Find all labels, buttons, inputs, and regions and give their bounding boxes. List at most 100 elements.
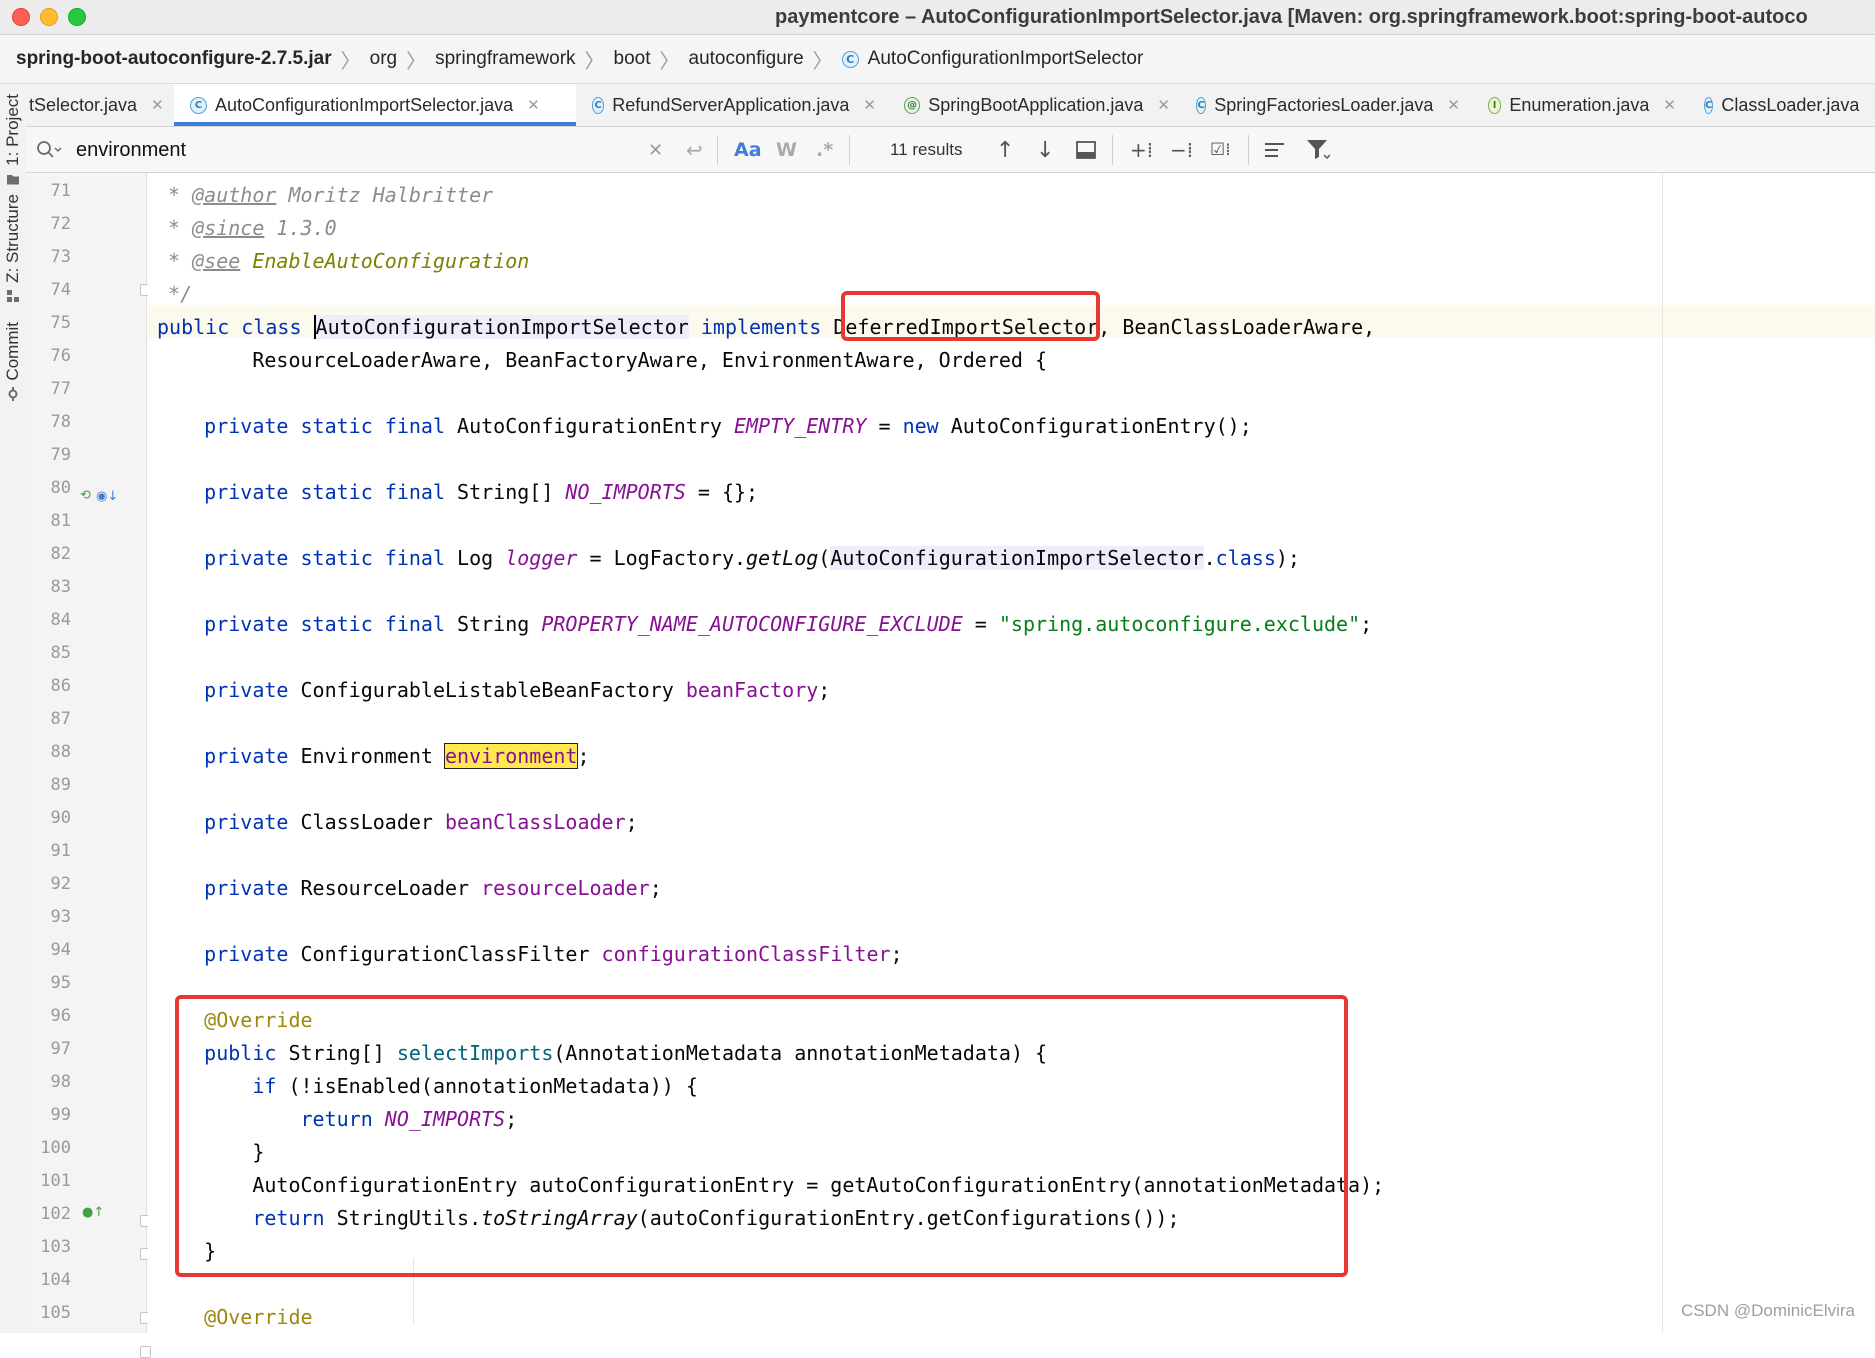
match-case-toggle[interactable]: Aa [734,127,762,173]
toolbar-divider [1248,135,1249,165]
window-title: paymentcore – AutoConfigurationImportSel… [775,6,1808,28]
line-number: 82 [50,544,71,564]
code-line-90: private ClassLoader beanClassLoader; [204,810,638,834]
tab-label: SpringFactoriesLoader.java [1214,94,1434,115]
find-bar: environment ✕ ↩ Aa W .* 11 results ↑ ↓ +… [26,127,1875,173]
close-tab-icon[interactable]: ✕ [863,96,876,114]
line-number: 104 [40,1270,71,1290]
whole-words-toggle[interactable]: W [776,127,797,173]
right-margin-guide [1662,173,1663,1333]
code-line-84: private static final String PROPERTY_NAM… [204,612,1373,636]
tab-autoconfigurationimportselector[interactable]: C AutoConfigurationImportSelector.java ✕ [174,84,576,126]
close-tab-icon[interactable]: ✕ [1447,96,1460,114]
next-occurrence-icon[interactable]: ↓ [1036,127,1054,173]
tab-enumeration[interactable]: I Enumeration.java ✕ [1460,84,1676,126]
breadcrumb-item-class[interactable]: AutoConfigurationImportSelector [868,48,1144,70]
tab-label: ClassLoader.java [1721,94,1860,115]
line-number: 79 [50,445,71,465]
tab-classloader[interactable]: C ClassLoader.java ✕ [1676,84,1875,126]
code-line-82: private static final Log logger = LogFac… [204,546,1300,570]
tab-springfactoriesloader[interactable]: C SpringFactoriesLoader.java ✕ [1170,84,1460,126]
code-line-92: private ResourceLoader resourceLoader; [204,876,662,900]
previous-occurrence-icon[interactable]: ↑ [996,127,1014,173]
code-line-74: */ [156,282,193,306]
breadcrumb-item-springframework[interactable]: springframework [435,48,575,70]
project-tool-button[interactable]: 1: Project [2,94,24,186]
tab-label: AutoConfigurationImportSelector.java [215,94,514,115]
breadcrumb-item-autoconfigure[interactable]: autoconfigure [689,48,804,70]
select-all-occurrences-icon[interactable]: ☑⁞ [1210,127,1231,173]
class-icon: C [190,96,207,114]
results-count-label: 11 results [890,140,963,159]
breadcrumb-item-org[interactable]: org [370,48,397,70]
regex-toggle[interactable]: .* [816,127,833,173]
line-number: 71 [50,181,71,201]
toolbar-divider [1112,135,1113,165]
unselect-occurrence-icon[interactable]: −⁞ [1170,127,1193,173]
close-tab-icon[interactable]: ✕ [527,96,540,114]
add-selection-for-next-icon[interactable]: +⁞ [1130,127,1153,173]
line-number: 85 [50,643,71,663]
tab-springbootapplication[interactable]: @ SpringBootApplication.java ✕ [876,84,1170,126]
interface-icon: I [1488,96,1502,114]
toolbar-divider [849,135,850,165]
annotation-box-select-imports [175,995,1348,1277]
line-number: 103 [40,1237,71,1257]
code-line-71: * @author Moritz Halbritter [156,183,494,207]
filter-icon[interactable] [1306,127,1330,173]
window-titlebar: paymentcore – AutoConfigurationImportSel… [0,0,1875,35]
breadcrumb-separator-icon: 〉 [406,50,427,73]
breadcrumb-item-jar[interactable]: spring-boot-autoconfigure-2.7.5.jar [16,48,332,70]
clear-search-icon[interactable]: ✕ [648,127,663,173]
spring-bean-gutter-icon[interactable]: ⟲ [80,488,91,503]
editor-gutter: 71 72 73 74 75 76 77 78 79 80 81 82 83 84 85 86 87 88 89 90… [26,173,151,1358]
minimize-window-button[interactable] [40,8,58,26]
structure-tool-button[interactable]: Z: Structure [2,194,24,303]
line-number: 87 [50,709,71,729]
show-in-find-window-icon[interactable] [1076,127,1096,173]
line-number: 92 [50,874,71,894]
tool-window-strip: 1: Project Z: Structure Commit [0,84,27,1333]
class-icon: C [1196,96,1207,114]
code-line-88: private Environment environment; [204,743,590,769]
search-history-button[interactable] [36,127,62,173]
code-editor[interactable]: * @author Moritz Halbritter * @since 1.3… [148,173,1875,1333]
code-line-86: private ConfigurableListableBeanFactory … [204,678,831,702]
line-number: 86 [50,676,71,696]
commit-tool-label: Commit [3,322,22,381]
filter-options-icon[interactable] [1264,127,1286,173]
structure-icon [7,289,19,302]
new-line-icon[interactable]: ↩ [686,127,703,173]
line-number: 84 [50,610,71,630]
line-number: 99 [50,1105,71,1125]
search-match-highlight[interactable]: environment [444,743,579,769]
line-number: 75 [50,313,71,333]
tab-label: RefundServerApplication.java [612,94,850,115]
zoom-window-button[interactable] [68,8,86,26]
line-number: 94 [50,940,71,960]
line-number: 90 [50,808,71,828]
close-tab-icon[interactable]: ✕ [1157,96,1170,114]
class-name-token[interactable]: AutoConfigurationImportSelector [313,315,689,339]
breadcrumb-item-boot[interactable]: boot [614,48,651,70]
code-line-72: * @since 1.3.0 [156,216,337,240]
annotation-icon: @ [904,96,921,114]
breadcrumb-separator-icon: 〉 [812,50,833,73]
code-line-94: private ConfigurationClassFilter configu… [204,942,903,966]
tab-label: SpringBootApplication.java [928,94,1144,115]
line-number: 93 [50,907,71,927]
commit-tool-button[interactable]: Commit [2,322,24,401]
line-number: 77 [50,379,71,399]
close-window-button[interactable] [12,8,30,26]
close-tab-icon[interactable]: ✕ [1663,96,1676,114]
class-icon: C [841,50,859,68]
close-tab-icon[interactable]: ✕ [151,96,164,114]
fold-marker-icon[interactable] [140,1346,151,1358]
implements-gutter-icon[interactable]: ◉↓ [96,489,118,504]
tab-refundserverapplication[interactable]: C RefundServerApplication.java ✕ [576,84,876,126]
overrides-gutter-icon[interactable]: ●↑ [82,1205,104,1220]
line-number: 96 [50,1006,71,1026]
tab-tselector[interactable]: tSelector.java ✕ [26,84,174,126]
editor-tab-bar: tSelector.java ✕ C AutoConfigurationImpo… [26,84,1875,127]
search-input[interactable]: environment [76,127,186,173]
